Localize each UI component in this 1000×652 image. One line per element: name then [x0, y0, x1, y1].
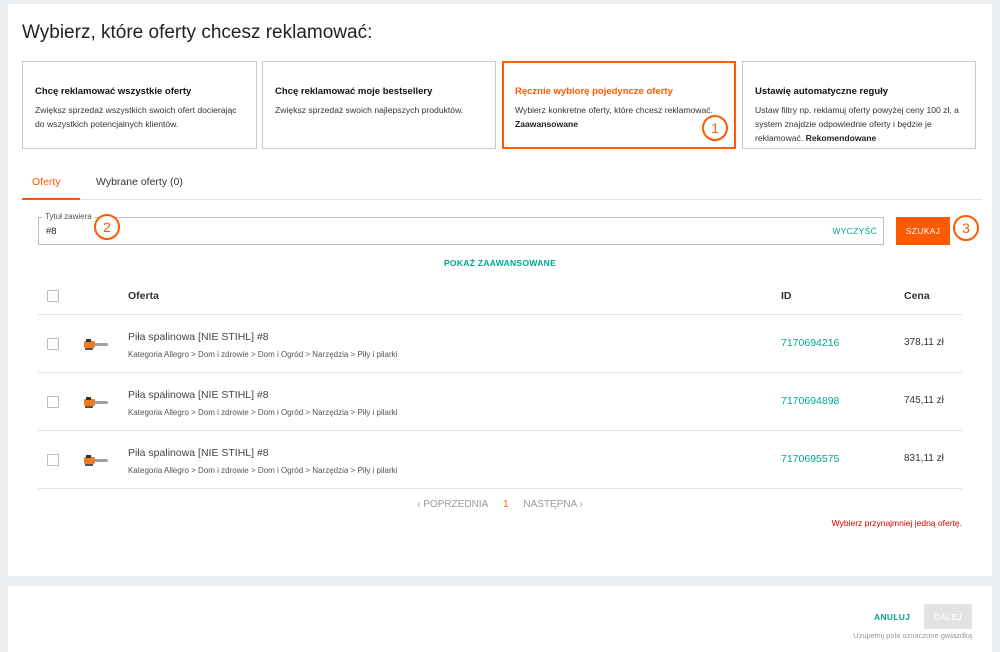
table-row[interactable]: Piła spalinowa [NIE STIHL] #8 Kategoria … — [38, 431, 962, 489]
search-input[interactable]: #8 — [46, 226, 57, 237]
card-manual-selection[interactable]: Ręcznie wybiorę pojedyncze oferty Wybier… — [502, 61, 736, 149]
page-title: Wybierz, które oferty chcesz reklamować: — [22, 22, 373, 43]
main-panel: Wybierz, które oferty chcesz reklamować:… — [8, 4, 992, 576]
clear-button[interactable]: WYCZYŚĆ — [832, 226, 877, 236]
offer-title: Piła spalinowa [NIE STIHL] #8 — [128, 331, 269, 343]
offer-price: 831,11 zł — [904, 453, 944, 464]
card-title: Chcę reklamować wszystkie oferty — [35, 86, 192, 97]
chainsaw-thumbnail-icon — [84, 455, 108, 466]
card-title: Ręcznie wybiorę pojedyncze oferty — [515, 86, 673, 97]
search-field-label: Tytuł zawiera — [42, 212, 95, 221]
offer-id-link[interactable]: 7170694216 — [781, 337, 839, 349]
card-description: Zwiększ sprzedaż wszystkich swoich ofert… — [35, 105, 237, 129]
offer-price: 745,11 zł — [904, 395, 944, 406]
table-header: Oferta ID Cena — [38, 278, 962, 315]
offer-price: 378,11 zł — [904, 337, 944, 348]
header-offer: Oferta — [128, 290, 159, 302]
tab-bar: Oferty Wybrane oferty (0) — [22, 170, 982, 200]
required-fields-hint: Uzupełnij pola oznaczone gwiazdką — [853, 631, 972, 640]
annotation-badge-1: 1 — [702, 115, 728, 141]
card-title: Chcę reklamować moje bestsellery — [275, 86, 433, 97]
show-advanced-link[interactable]: POKAŻ ZAAWANSOWANE — [8, 258, 992, 268]
offers-table: Oferta ID Cena Piła spalinowa [NIE STIHL… — [38, 278, 962, 489]
select-all-checkbox[interactable] — [47, 290, 59, 302]
offer-category: Kategoria Allegro > Dom i zdrowie > Dom … — [128, 350, 398, 359]
tab-selected-offers[interactable]: Wybrane oferty (0) — [96, 176, 183, 188]
offer-id-link[interactable]: 7170695575 — [781, 453, 839, 465]
header-id: ID — [781, 290, 792, 302]
card-tag: Rekomendowane — [805, 133, 877, 143]
card-tag: Zaawansowane — [515, 119, 579, 129]
tab-offers[interactable]: Oferty — [32, 176, 61, 188]
chainsaw-thumbnail-icon — [84, 339, 108, 350]
card-description: Ustaw filtry np. reklamuj oferty powyżej… — [755, 103, 965, 145]
header-price: Cena — [904, 290, 930, 302]
pagination: ‹ POPRZEDNIA 1 NASTĘPNA › — [8, 499, 992, 510]
table-row[interactable]: Piła spalinowa [NIE STIHL] #8 Kategoria … — [38, 373, 962, 431]
row-checkbox[interactable] — [47, 454, 59, 466]
card-bestsellers[interactable]: Chcę reklamować moje bestsellery Zwiększ… — [262, 61, 496, 149]
next-button[interactable]: DALEJ — [924, 604, 972, 629]
title-contains-field[interactable]: Tytuł zawiera #8 WYCZYŚĆ — [38, 212, 884, 245]
card-all-offers[interactable]: Chcę reklamować wszystkie oferty Zwiększ… — [22, 61, 257, 149]
offer-title: Piła spalinowa [NIE STIHL] #8 — [128, 389, 269, 401]
validation-error: Wybierz przynajmniej jedną ofertę. — [831, 518, 962, 528]
annotation-badge-2: 2 — [94, 214, 120, 240]
card-title: Ustawię automatyczne reguły — [755, 86, 889, 97]
search-button[interactable]: SZUKAJ — [896, 217, 950, 245]
current-page[interactable]: 1 — [503, 499, 509, 510]
active-tab-indicator — [22, 198, 80, 200]
cancel-button[interactable]: ANULUJ — [874, 612, 910, 622]
row-checkbox[interactable] — [47, 338, 59, 350]
annotation-badge-3: 3 — [953, 215, 979, 241]
prev-page-button[interactable]: ‹ POPRZEDNIA — [417, 499, 488, 510]
next-page-button[interactable]: NASTĘPNA › — [523, 499, 582, 510]
offer-id-link[interactable]: 7170694898 — [781, 395, 839, 407]
chainsaw-thumbnail-icon — [84, 397, 108, 408]
card-description: Zwiększ sprzedaż swoich najlepszych prod… — [275, 105, 464, 115]
offer-title: Piła spalinowa [NIE STIHL] #8 — [128, 447, 269, 459]
offer-category: Kategoria Allegro > Dom i zdrowie > Dom … — [128, 466, 398, 475]
offer-category: Kategoria Allegro > Dom i zdrowie > Dom … — [128, 408, 398, 417]
row-checkbox[interactable] — [47, 396, 59, 408]
table-row[interactable]: Piła spalinowa [NIE STIHL] #8 Kategoria … — [38, 315, 962, 373]
card-automatic-rules[interactable]: Ustawię automatyczne reguły Ustaw filtry… — [742, 61, 976, 149]
footer-bar: ANULUJ DALEJ Uzupełnij pola oznaczone gw… — [8, 586, 992, 652]
card-description: Wybierz konkretne oferty, które chcesz r… — [515, 103, 724, 131]
card-description-text: Wybierz konkretne oferty, które chcesz r… — [515, 105, 713, 115]
